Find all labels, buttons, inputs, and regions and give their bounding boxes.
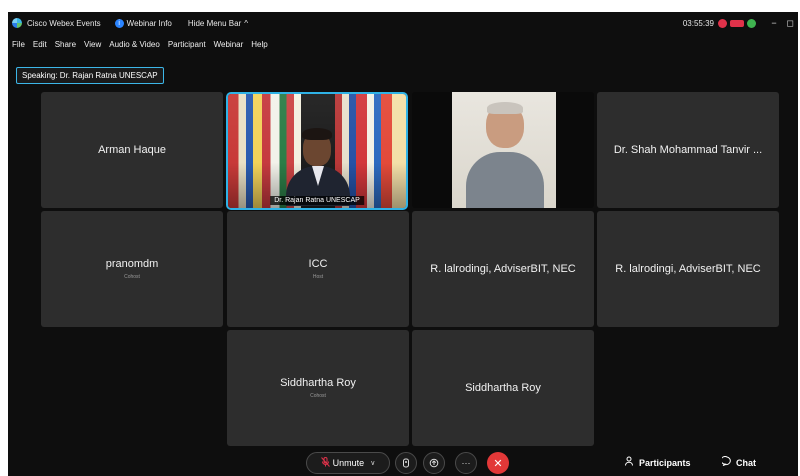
leave-meeting-button[interactable]: ✕ bbox=[487, 452, 509, 474]
unmute-label: Unmute bbox=[332, 458, 365, 468]
participant-tile[interactable]: R. lalrodingi, AdviserBIT, NEC bbox=[597, 211, 779, 327]
title-right-group: 03:55:39 − ◻ bbox=[683, 12, 798, 34]
recording-indicator-icon[interactable] bbox=[718, 18, 727, 28]
app-name: Cisco Webex Events bbox=[27, 18, 101, 28]
participant-name: Siddhartha Roy bbox=[465, 382, 541, 394]
video-feed-room-background bbox=[452, 92, 556, 208]
chat-button[interactable]: Chat bbox=[720, 456, 756, 469]
title-bar: Cisco Webex Events i Webinar Info Hide M… bbox=[8, 12, 798, 34]
participants-button[interactable]: Participants bbox=[625, 456, 691, 469]
hide-menu-bar-button[interactable]: Hide Menu Bar bbox=[188, 19, 241, 28]
participant-role: Cohost bbox=[124, 274, 140, 280]
participant-name: Arman Haque bbox=[98, 144, 166, 156]
minimize-button[interactable]: − bbox=[766, 18, 782, 28]
participant-video-tile-active[interactable]: Dr. Rajan Ratna UNESCAP bbox=[226, 92, 408, 210]
webex-logo-icon bbox=[12, 18, 22, 28]
menu-edit[interactable]: Edit bbox=[33, 40, 47, 49]
participant-name: Dr. Shah Mohammad Tanvir ... bbox=[613, 144, 763, 156]
video-participant-person bbox=[466, 102, 544, 208]
menu-view[interactable]: View bbox=[84, 40, 101, 49]
menu-audio-video[interactable]: Audio & Video bbox=[109, 40, 160, 49]
participant-role: Host bbox=[312, 274, 324, 280]
participant-role: Cohost bbox=[310, 393, 326, 399]
participant-name: pranomdm bbox=[105, 258, 159, 270]
info-icon[interactable]: i bbox=[114, 18, 124, 28]
participant-tile[interactable]: pranomdm Cohost bbox=[41, 211, 223, 327]
participant-name: Siddhartha Roy bbox=[280, 377, 356, 389]
participants-icon bbox=[625, 456, 635, 469]
share-icon bbox=[429, 458, 439, 468]
webinar-info-button[interactable]: Webinar Info bbox=[127, 19, 172, 28]
chevron-up-icon[interactable]: ^ bbox=[244, 19, 248, 28]
share-button[interactable] bbox=[423, 452, 445, 474]
camera-icon bbox=[403, 458, 409, 468]
menu-bar: File Edit Share View Audio & Video Parti… bbox=[8, 36, 270, 52]
more-options-button[interactable]: ··· bbox=[455, 452, 477, 474]
participant-video-tile[interactable] bbox=[412, 92, 594, 208]
meeting-controls-bar: Unmute ∨ ··· ✕ Participants Chat bbox=[8, 448, 798, 476]
active-speaker-label: Speaking: Dr. Rajan Ratna UNESCAP bbox=[16, 67, 164, 84]
participant-name: R. lalrodingi, AdviserBIT, NEC bbox=[430, 263, 576, 275]
participant-tile[interactable]: R. lalrodingi, AdviserBIT, NEC bbox=[412, 211, 594, 327]
menu-help[interactable]: Help bbox=[251, 40, 267, 49]
chat-label: Chat bbox=[736, 457, 756, 468]
chevron-down-icon[interactable]: ∨ bbox=[370, 459, 375, 467]
participant-name: ICC bbox=[308, 258, 328, 270]
menu-share[interactable]: Share bbox=[55, 40, 76, 49]
participant-tile[interactable]: ICC Host bbox=[227, 211, 409, 327]
menu-webinar[interactable]: Webinar bbox=[214, 40, 244, 49]
participant-tile[interactable]: Siddhartha Roy Cohost bbox=[227, 330, 409, 446]
participant-tile[interactable]: Dr. Shah Mohammad Tanvir ... bbox=[597, 92, 779, 208]
participant-tile[interactable]: Arman Haque bbox=[41, 92, 223, 208]
unmute-button[interactable]: Unmute ∨ bbox=[306, 452, 390, 474]
participants-label: Participants bbox=[639, 457, 691, 468]
webex-window: Cisco Webex Events i Webinar Info Hide M… bbox=[8, 12, 798, 476]
video-name-label: Dr. Rajan Ratna UNESCAP bbox=[270, 196, 364, 205]
microphone-muted-icon bbox=[320, 457, 330, 469]
video-button[interactable] bbox=[395, 452, 417, 474]
menu-participant[interactable]: Participant bbox=[168, 40, 206, 49]
meeting-timer: 03:55:39 bbox=[682, 18, 714, 28]
connection-status-icon[interactable] bbox=[747, 18, 756, 28]
maximize-button[interactable]: ◻ bbox=[782, 18, 798, 29]
video-speaker-person bbox=[286, 126, 350, 206]
participant-tile[interactable]: Siddhartha Roy bbox=[412, 330, 594, 446]
close-icon: ✕ bbox=[493, 457, 503, 470]
recording-status-icon[interactable] bbox=[730, 19, 744, 27]
participant-name: R. lalrodingi, AdviserBIT, NEC bbox=[615, 263, 761, 275]
chat-bubble-icon bbox=[720, 456, 732, 469]
menu-file[interactable]: File bbox=[12, 40, 25, 49]
